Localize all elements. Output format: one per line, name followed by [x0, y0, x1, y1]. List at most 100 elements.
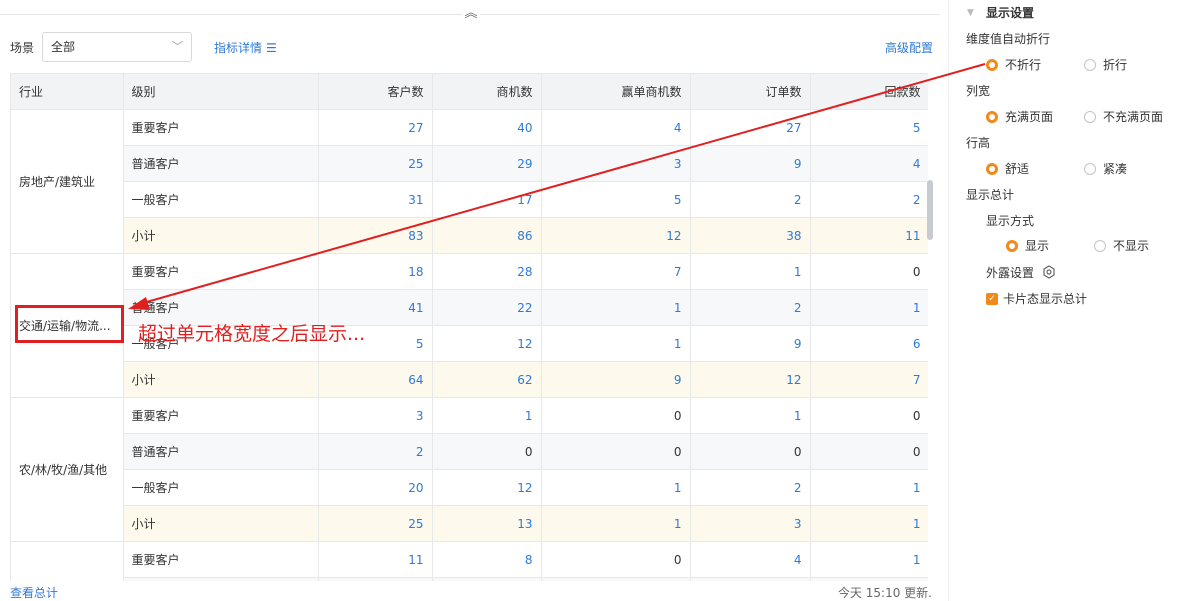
value-link[interactable]: 40: [517, 121, 532, 135]
value-link[interactable]: 7: [913, 373, 921, 387]
value-link[interactable]: 12: [666, 229, 681, 243]
value-cell: 7: [541, 253, 691, 290]
value-link[interactable]: 2: [913, 193, 921, 207]
value-cell: 1: [810, 541, 928, 578]
update-time: 今天 15:10 更新.: [837, 586, 932, 600]
table-row: 普通客户 2 0 0 0 0: [11, 433, 928, 470]
value-link[interactable]: 11: [905, 229, 920, 243]
value-link[interactable]: 62: [517, 373, 532, 387]
value-cell: 12: [541, 217, 691, 254]
value-link[interactable]: 83: [408, 229, 423, 243]
value-link[interactable]: 3: [416, 409, 424, 423]
value-link[interactable]: 1: [674, 337, 682, 351]
card-total-checkbox[interactable]: ✓: [986, 293, 998, 305]
value-link[interactable]: 38: [786, 229, 801, 243]
value-cell: 9: [690, 145, 811, 182]
value-link[interactable]: 9: [794, 157, 802, 171]
industry-cell: 房地产/建筑业: [11, 109, 124, 254]
value-link[interactable]: 1: [674, 481, 682, 495]
value-link[interactable]: 4: [794, 553, 802, 567]
card-total-label: 卡片态显示总计: [1003, 292, 1088, 306]
value-link[interactable]: 9: [794, 337, 802, 351]
value-link[interactable]: 1: [674, 517, 682, 531]
radio-no-wrap[interactable]: [986, 59, 998, 71]
table-row: 小计 25 13 1 3 1: [11, 505, 928, 542]
column-header-orders[interactable]: 订单数: [690, 73, 811, 110]
value-link[interactable]: 7: [674, 265, 682, 279]
value-link[interactable]: 18: [408, 265, 423, 279]
scene-select[interactable]: 全部 ﹀: [42, 32, 192, 62]
value-link[interactable]: 29: [517, 157, 532, 171]
value-link[interactable]: 17: [517, 193, 532, 207]
value-link[interactable]: 12: [517, 337, 532, 351]
radio-wrap[interactable]: [1084, 59, 1096, 71]
value-link[interactable]: 8: [525, 553, 533, 567]
value-link[interactable]: 64: [408, 373, 423, 387]
value-link[interactable]: 86: [517, 229, 532, 243]
column-header-won-opportunities[interactable]: 赢单商机数: [541, 73, 691, 110]
value-link[interactable]: 5: [913, 121, 921, 135]
value-link[interactable]: 2: [794, 301, 802, 315]
value-link[interactable]: 12: [786, 373, 801, 387]
table-row: 交通/运输/物流... 重要客户 18 28 7 1 0: [11, 253, 928, 398]
value-cell: 9: [541, 361, 691, 398]
value-cell: 40: [432, 109, 542, 146]
radio-fill-page[interactable]: [986, 111, 998, 123]
value-link[interactable]: 22: [517, 301, 532, 315]
value-link[interactable]: 5: [416, 337, 424, 351]
radio-no-fill-page[interactable]: [1084, 111, 1096, 123]
value-link[interactable]: 11: [408, 553, 423, 567]
value-link[interactable]: 6: [913, 337, 921, 351]
value-link[interactable]: 3: [674, 157, 682, 171]
value-link[interactable]: 28: [517, 265, 532, 279]
total-label: 显示总计: [966, 188, 1015, 202]
value-link[interactable]: 2: [794, 193, 802, 207]
value-link[interactable]: 2: [794, 481, 802, 495]
column-header-customers[interactable]: 客户数: [318, 73, 433, 110]
column-header-opportunities[interactable]: 商机数: [432, 73, 542, 110]
value-link[interactable]: 25: [408, 517, 423, 531]
advanced-config-link[interactable]: 高级配置: [885, 39, 933, 56]
radio-fill-page-label: 充满页面: [1005, 110, 1054, 124]
value-link[interactable]: 25: [408, 157, 423, 171]
chevron-down-icon: ﹀: [172, 40, 183, 53]
value-link[interactable]: 5: [674, 193, 682, 207]
value-link[interactable]: 1: [794, 409, 802, 423]
collapse-up-icon[interactable]: ︽: [462, 6, 480, 24]
display-settings-panel: ▼ 显示设置 维度值自动折行 不折行 折行 列宽 充满页面 不充满页面 行高 舒…: [948, 0, 1188, 601]
radio-hide[interactable]: [1094, 240, 1106, 252]
caret-down-icon[interactable]: ▼: [967, 8, 974, 18]
metric-details-link[interactable]: 指标详情 ☰: [214, 39, 277, 56]
value-link[interactable]: 31: [408, 193, 423, 207]
vertical-scrollbar[interactable]: [927, 180, 933, 240]
radio-compact[interactable]: [1084, 163, 1096, 175]
column-header-payments[interactable]: 回款数: [810, 73, 928, 110]
value-link[interactable]: 1: [913, 517, 921, 531]
view-total-link[interactable]: 查看总计: [10, 584, 58, 601]
value-link[interactable]: 1: [913, 553, 921, 567]
value-link[interactable]: 13: [517, 517, 532, 531]
level-cell: 重要客户: [123, 109, 319, 146]
value-link[interactable]: 12: [517, 481, 532, 495]
column-header-industry[interactable]: 行业: [11, 73, 124, 110]
value-link[interactable]: 2: [416, 445, 424, 459]
value-link[interactable]: 9: [674, 373, 682, 387]
column-header-level[interactable]: 级别: [123, 73, 319, 110]
value-link[interactable]: 1: [674, 301, 682, 315]
value-cell: 0: [810, 397, 928, 434]
value-link[interactable]: 20: [408, 481, 423, 495]
value-link[interactable]: 1: [913, 481, 921, 495]
radio-show[interactable]: [1006, 240, 1018, 252]
value-link[interactable]: 1: [525, 409, 533, 423]
value-link[interactable]: 4: [913, 157, 921, 171]
gear-icon[interactable]: [1042, 265, 1056, 279]
value-link[interactable]: 4: [674, 121, 682, 135]
value-link[interactable]: 1: [794, 265, 802, 279]
value-link[interactable]: 3: [794, 517, 802, 531]
value-link[interactable]: 27: [786, 121, 801, 135]
value-link[interactable]: 27: [408, 121, 423, 135]
value-link[interactable]: 41: [408, 301, 423, 315]
value-link[interactable]: 1: [913, 301, 921, 315]
radio-comfortable[interactable]: [986, 163, 998, 175]
list-icon: ☰: [266, 41, 277, 55]
